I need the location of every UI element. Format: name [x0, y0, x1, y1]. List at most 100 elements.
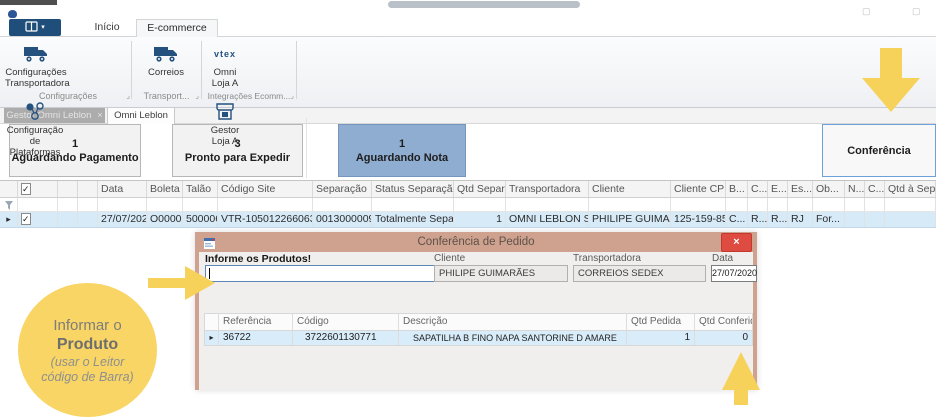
column-header-status-separacao[interactable]: Status Separação	[372, 181, 454, 197]
cell-boleta: O00006	[147, 212, 183, 227]
column-header-e[interactable]: E...	[768, 181, 788, 197]
omni-loja-a-button[interactable]: vtex OmniLoja A	[203, 39, 247, 97]
conferencia-item-row[interactable]: ▸ 36722 3722601130771 SAPATILHA B FINO N…	[205, 331, 752, 345]
column-header-c2[interactable]: C...	[865, 181, 885, 197]
configuracoes-transportadora-button[interactable]: ConfiguraçõesTransportadora	[5, 39, 67, 97]
transportadora-label: Transportadora	[573, 253, 641, 264]
form-icon	[204, 236, 215, 247]
column-header-ob[interactable]: Ob...	[813, 181, 845, 197]
column-header-codigo-site[interactable]: Código Site	[218, 181, 313, 197]
cell-c: R...	[748, 212, 768, 227]
gestor-loja-a-button[interactable]: GestorLoja A	[203, 97, 247, 155]
cell-talao: 500006	[183, 212, 218, 227]
group-separator	[131, 41, 132, 99]
cell-qtd-separada: 1	[454, 212, 506, 227]
column-header-codigo[interactable]: Código	[293, 314, 399, 330]
select-all-checkbox[interactable]: ✓	[18, 181, 58, 197]
orders-grid: ✓ Data Boleta Talão Código Site Separaçã…	[0, 180, 936, 228]
order-row[interactable]: ▸ ✓ 27/07/2020 O00006 500006 VTR-1050122…	[0, 212, 936, 228]
cell-e: R...	[768, 212, 788, 227]
cell-b: C...	[726, 212, 748, 227]
dialog-launcher-icon[interactable]: ⌟	[290, 92, 294, 100]
column-header-descricao[interactable]: Descrição	[399, 314, 627, 330]
vtex-logo-icon: vtex	[203, 41, 247, 67]
dialog-title: Conferência de Pedido	[195, 232, 757, 252]
close-dialog-button[interactable]: ×	[721, 233, 752, 252]
ribbon-group-configuracoes: ConfiguraçõesTransportadora Configuração…	[5, 39, 131, 103]
ribbon-group-transporte: Correios Transport... ⌟	[133, 39, 200, 103]
informar-produto-bubble: Informar o Produto (usar o Leitor código…	[18, 283, 157, 417]
dialog-launcher-icon[interactable]: ⌟	[126, 92, 130, 100]
column-header-referencia[interactable]: Referência	[219, 314, 293, 330]
column-header-boleta[interactable]: Boleta	[147, 181, 183, 197]
correios-button[interactable]: Correios	[133, 39, 199, 97]
data-value-box[interactable]: 27/07/2020	[711, 265, 757, 282]
column-header-es[interactable]: Es...	[788, 181, 813, 197]
app-menu-button[interactable]: ▾	[9, 19, 61, 36]
doc-tab-omni-leblon[interactable]: Omni Leblon	[107, 107, 175, 124]
ribbon-body: ConfiguraçõesTransportadora Configuração…	[0, 36, 936, 108]
cliente-label: Cliente	[434, 253, 465, 264]
column-header-qtd-conferida[interactable]: Qtd Conferida	[695, 314, 752, 330]
aguardando-nota-button[interactable]: 1 Aguardando Nota	[338, 124, 466, 177]
configuracao-de-plataformas-button[interactable]: Configuraçãode Plataformas	[5, 97, 65, 155]
column-header-qtd-a-separar[interactable]: Qtd à Separar	[885, 181, 936, 197]
column-header[interactable]	[58, 181, 78, 197]
column-header-cliente[interactable]: Cliente	[589, 181, 671, 197]
cell-descricao: SAPATILHA B FINO NAPA SANTORINE D AMARE	[399, 331, 627, 345]
application-window: ▢ ▢ ▾ Início E-commerce ConfiguraçõesTra…	[0, 0, 936, 419]
window-drag-capsule	[388, 1, 580, 8]
divider	[306, 118, 307, 178]
cell-qtd-pedida: 1	[627, 331, 695, 345]
column-header-b[interactable]: B...	[726, 181, 748, 197]
filter-icon	[0, 198, 18, 211]
product-barcode-input[interactable]	[205, 265, 460, 282]
group-separator	[201, 41, 202, 99]
column-header-qtd-separada[interactable]: Qtd Separada	[454, 181, 506, 197]
label: Aguardando Nota	[356, 151, 448, 165]
cell-codigo: 3722601130771	[293, 331, 399, 345]
cell-ob: For...	[813, 212, 845, 227]
cell-transportadora: OMNI LEBLON SEDEX	[506, 212, 589, 227]
cell-referencia: 36722	[219, 331, 293, 345]
cell-c2	[865, 212, 885, 227]
app-menu-icon	[25, 19, 38, 37]
arrow-down-to-conferencia	[862, 48, 920, 112]
row-checkbox[interactable]: ✓	[18, 212, 58, 227]
column-header-n[interactable]: N...	[845, 181, 865, 197]
close-tab-icon[interactable]: ×	[97, 110, 102, 120]
app-menu-caret-icon: ▾	[41, 24, 45, 31]
grid-filter-row[interactable]	[0, 198, 936, 212]
conferencia-de-pedido-dialog: Conferência de Pedido × Informe os Produ…	[195, 232, 757, 390]
browser-tab-fragment	[0, 0, 57, 5]
ribbon-group-label: Integrações Ecomm... ⌟	[203, 90, 295, 103]
cell-separacao: 0013000009	[313, 212, 372, 227]
dialog-launcher-icon[interactable]: ⌟	[195, 92, 199, 100]
cell-qtd-conferida[interactable]: 0	[695, 331, 752, 345]
column-header-transportadora[interactable]: Transportadora	[506, 181, 589, 197]
ribbon-group-integracoes: vtex OmniLoja A GestorLoja A Integrações…	[203, 39, 295, 103]
cell-cliente-cpf: 125-159-857/93	[671, 212, 726, 227]
column-header-qtd-pedida[interactable]: Qtd Pedida	[627, 314, 695, 330]
column-header-cliente-cpf[interactable]: Cliente CPF	[671, 181, 726, 197]
column-header-talao[interactable]: Talão	[183, 181, 218, 197]
row-indicator-icon: ▸	[0, 212, 18, 227]
ribbon-group-label: Transport... ⌟	[133, 90, 200, 103]
window-top-strip: ▢ ▢	[0, 0, 936, 19]
label: Conferência	[847, 144, 911, 158]
column-header-separacao[interactable]: Separação	[313, 181, 372, 197]
cell-qtd-a-separar	[885, 212, 936, 227]
column-header-data[interactable]: Data	[98, 181, 147, 197]
dialog-body: Informe os Produtos! Cliente Transportad…	[199, 252, 753, 390]
cell-status-separacao: Totalmente Separado	[372, 212, 454, 227]
column-header-c[interactable]: C...	[748, 181, 768, 197]
row-indicator-header	[0, 181, 18, 197]
window-menu-icon[interactable]: ▢	[912, 5, 921, 17]
ribbon-tab-ecommerce[interactable]: E-commerce	[136, 19, 218, 37]
truck-icon	[5, 41, 67, 67]
conferencia-button[interactable]: Conferência	[822, 124, 936, 177]
column-header[interactable]	[78, 181, 98, 197]
window-restore-icon[interactable]: ▢	[862, 5, 871, 17]
ribbon-tab-inicio[interactable]: Início	[80, 19, 134, 36]
group-separator	[296, 41, 297, 99]
